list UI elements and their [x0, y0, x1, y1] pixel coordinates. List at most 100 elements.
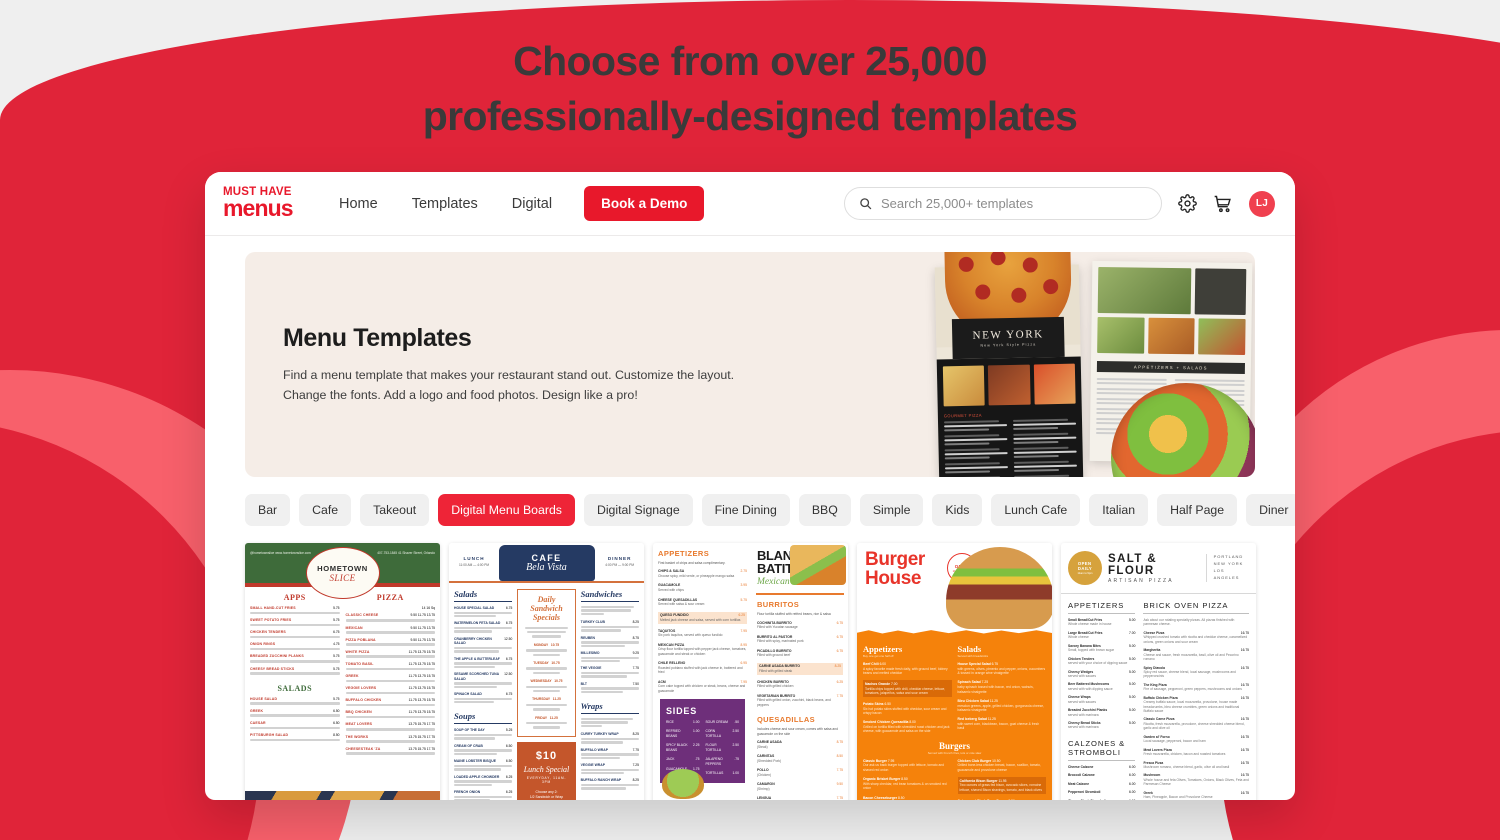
browser-window: MUST HAVE menus Home Templates Digital B…: [205, 172, 1295, 800]
chip-digital-signage[interactable]: Digital Signage: [583, 494, 693, 526]
c5-cities: PORTLAND NEW YORK LOS ANGELES: [1205, 554, 1249, 582]
c5-section-brick-oven-pizza: BRICK OVEN PIZZA: [1143, 601, 1249, 614]
c4-burgers-right: Chicken Club Burger 10.50 Grilled bone-l…: [957, 759, 1046, 800]
template-card-hometown-slice[interactable]: @hometownslice www.hometownslice.com 407…: [245, 543, 440, 800]
top-navigation-bar: MUST HAVE menus Home Templates Digital B…: [205, 172, 1295, 236]
c3-sides-block: SIDES RICE 1.00 REFRIED BEANS 1.00 SPICY B…: [660, 699, 745, 799]
ny-photo-row: [942, 363, 1076, 407]
nav-link-templates[interactable]: Templates: [412, 196, 478, 212]
logo-line-2: menus: [223, 194, 294, 221]
c4-col-appetizers: Appetizers Buy one get one half off Beef…: [863, 644, 952, 734]
c2-section-salads: Salads: [454, 589, 513, 602]
page-headline: Choose from over 25,000 professionally-d…: [0, 34, 1500, 143]
c5-open-daily-badge: OPEN DAILY 11am to 9pm: [1068, 551, 1102, 585]
c1-logo: HOMETOWN SLICE: [305, 547, 380, 599]
hero-menu-sheet-new-york: NEW YORK New York Style Pizza GOURMET PI…: [934, 252, 1084, 477]
c4-col-salads: Salads Served with breadsticks House Spe…: [957, 644, 1046, 731]
nav-link-digital[interactable]: Digital: [512, 196, 552, 212]
c4-section-salads: Salads: [957, 644, 982, 654]
c3-section-burritos: BURRITOS: [756, 600, 800, 610]
ny-title-block: NEW YORK New York Style Pizza: [951, 316, 1065, 360]
chip-half-page[interactable]: Half Page: [1157, 494, 1238, 526]
c5-col-appetizers: APPETIZERS Small Bread/Cut Fries 5.00 Whol…: [1068, 601, 1136, 800]
hero-title: Menu Templates: [283, 323, 472, 352]
template-card-salt-and-flour[interactable]: OPEN DAILY 11am to 9pm SALT & FLOUR ARTI…: [1061, 543, 1256, 800]
chip-cafe[interactable]: Cafe: [299, 494, 352, 526]
template-grid: @hometownslice www.hometownslice.com 407…: [245, 543, 1256, 800]
c2-special-detail: Choose any 2: 1/2 Sandwich or Wrap Cup o…: [529, 789, 564, 799]
c1-col-left: APPS SMALL HAND-CUT FRIES 5.75 SWEET POTA…: [250, 593, 340, 759]
c5-header: OPEN DAILY 11am to 9pm SALT & FLOUR ARTI…: [1061, 543, 1256, 594]
chip-diner[interactable]: Diner: [1246, 494, 1295, 526]
c3-section-appetizers: APPETIZERS: [658, 549, 710, 558]
c4-section-appetizers: Appetizers: [863, 644, 903, 654]
c2-meal-dinner: DINNER 4:00 PM — 9:00 PM: [605, 556, 634, 567]
c4-columns: Appetizers Buy one get one half off Beef…: [863, 644, 1046, 734]
quesadilla-photo: [790, 545, 846, 585]
c3-rule: [755, 592, 844, 596]
c5-brand: SALT & FLOUR: [1108, 552, 1158, 577]
c2-col-mid: Daily Sandwich Specials MONDAY 10.75 TUE…: [517, 589, 576, 800]
ny-subtitle: New York Style Pizza: [980, 342, 1037, 348]
c1-brand-line-1: HOMETOWN: [317, 563, 368, 573]
nav-links: Home Templates Digital: [339, 196, 552, 212]
c2-col-left: Salads HOUSE SPECIAL SALAD 6.75 WATERMELO…: [454, 589, 513, 800]
c5-brand-block: SALT & FLOUR ARTISAN PIZZA: [1108, 553, 1200, 584]
c3-section-quesadillas: QUESADILLAS: [756, 715, 816, 725]
nav-right-cluster: LJ: [844, 187, 1275, 220]
c2-special-title: Lunch Special: [523, 764, 570, 774]
page-content: Menu Templates Find a menu template that…: [205, 236, 1295, 800]
chip-digital-menu-boards[interactable]: Digital Menu Boards: [438, 494, 575, 526]
template-card-blanca-batita[interactable]: APPETIZERS First basket of chips and sal…: [653, 543, 848, 800]
c1-section-salads: SALADS: [277, 683, 313, 693]
c2-section-sandwiches: Sandwiches: [580, 589, 639, 602]
c2-section-soups: Soups: [454, 711, 513, 725]
cart-button[interactable]: [1213, 194, 1233, 214]
c2-body: Salads HOUSE SPECIAL SALAD 6.75 WATERMELO…: [449, 583, 644, 800]
guacamole-photo: [662, 768, 704, 799]
c2-brand-line-2: Bela Vista: [526, 562, 567, 573]
chip-italian[interactable]: Italian: [1089, 494, 1149, 526]
chip-kids[interactable]: Kids: [932, 494, 983, 526]
c1-body: APPS SMALL HAND-CUT FRIES 5.75 SWEET POTA…: [245, 587, 440, 765]
ny-dark-panel: GOURMET PIZZA: [936, 356, 1084, 477]
template-card-burger-house[interactable]: Burger House OPEN 11 AM — 10 PM Appetize…: [857, 543, 1052, 800]
chip-fine-dining[interactable]: Fine Dining: [701, 494, 790, 526]
chip-bbq[interactable]: BBQ: [798, 494, 851, 526]
ny-title: NEW YORK: [972, 328, 1044, 342]
c3-logo: BLANCA BATITA Mexican Food: [752, 543, 848, 591]
hero-artwork: NEW YORK New York Style Pizza GOURMET PI…: [931, 252, 1255, 477]
c3-body: APPETIZERS First basket of chips and sal…: [653, 543, 848, 800]
hero-banner: Menu Templates Find a menu template that…: [245, 252, 1255, 477]
c5-section-appetizers: APPETIZERS: [1068, 601, 1136, 614]
c2-section-wraps: Wraps: [580, 701, 639, 715]
chip-lunch-cafe[interactable]: Lunch Cafe: [991, 494, 1081, 526]
c4-torn-edge: [857, 630, 1052, 638]
c2-special-price: $10: [535, 749, 558, 762]
hero-text: Menu Templates Find a menu template that…: [245, 324, 745, 406]
gear-icon: [1178, 194, 1197, 213]
c2-lunch-special: $10 Lunch Special EVERYDAY, 11AM-3PM Cho…: [517, 741, 576, 800]
c5-col-pizza: BRICK OVEN PIZZA Ask about our rotating …: [1143, 601, 1249, 800]
search-input[interactable]: [881, 196, 1147, 211]
c1-col-right: PIZZA 14 16 Sq CLASSIC CHEESE 9.50 11.75 …: [345, 593, 435, 759]
user-avatar[interactable]: LJ: [1249, 190, 1275, 217]
c4-header: Burger House OPEN 11 AM — 10 PM: [857, 543, 1052, 629]
book-a-demo-button[interactable]: Book a Demo: [584, 186, 705, 221]
page-root: Choose from over 25,000 professionally-d…: [0, 0, 1500, 840]
chip-takeout[interactable]: Takeout: [360, 494, 430, 526]
search-box[interactable]: [844, 187, 1162, 220]
chip-bar[interactable]: Bar: [245, 494, 291, 526]
settings-button[interactable]: [1178, 194, 1197, 213]
template-card-cafe-bela-vista[interactable]: LUNCH 11:00 AM — 4:00 PM DINNER 4:00 PM …: [449, 543, 644, 800]
category-filter-chips: Bar Cafe Takeout Digital Menu Boards Dig…: [245, 494, 1295, 526]
c2-special-days: EVERYDAY, 11AM-3PM: [526, 775, 567, 784]
cart-icon: [1214, 195, 1231, 212]
chip-simple[interactable]: Simple: [859, 494, 924, 526]
nav-link-home[interactable]: Home: [339, 196, 378, 212]
site-logo[interactable]: MUST HAVE menus: [223, 187, 303, 220]
app-photo-row: [1097, 316, 1246, 356]
hero-subtitle: Find a menu template that makes your res…: [283, 367, 735, 402]
c2-meal-lunch: LUNCH 11:00 AM — 4:00 PM: [459, 556, 490, 567]
c2-header: LUNCH 11:00 AM — 4:00 PM DINNER 4:00 PM …: [449, 543, 644, 583]
